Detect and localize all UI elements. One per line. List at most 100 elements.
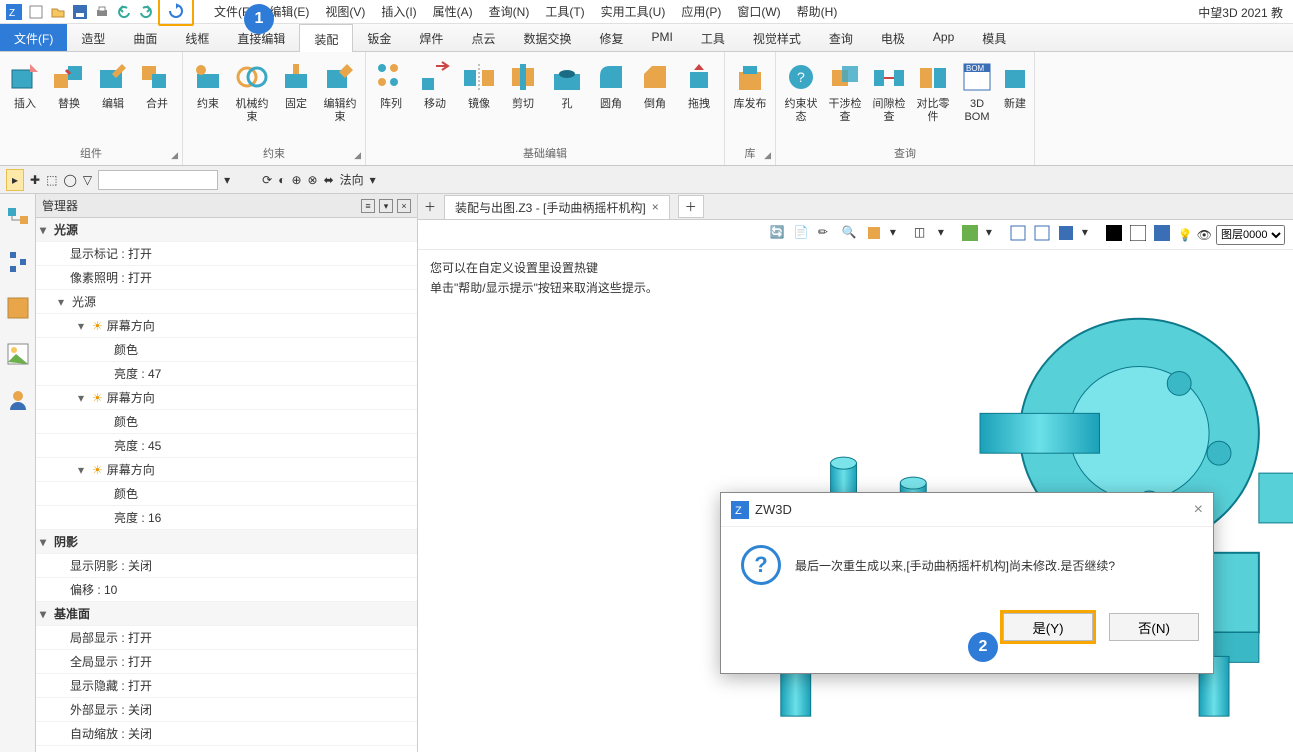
vt-icon[interactable]: ▾ [938, 225, 958, 245]
vt-icon[interactable]: ▾ [1082, 225, 1102, 245]
ribbon-tab-pmi[interactable]: PMI [637, 24, 686, 51]
new-part-button[interactable]: 新建 [1000, 54, 1030, 145]
menu-attr[interactable]: 属性(A) [433, 3, 473, 20]
ribbon-tab-tools[interactable]: 工具 [687, 24, 739, 51]
edit-button[interactable]: 编辑 [92, 54, 134, 145]
vt-icon[interactable]: 🔍 [842, 225, 862, 245]
vt-shading-icon[interactable] [962, 225, 982, 245]
replace-button[interactable]: 替换 [48, 54, 90, 145]
vt-dropdown-icon[interactable]: ▾ [890, 225, 910, 245]
tree-item[interactable]: 显示阴影 : 关闭 [36, 554, 417, 578]
tool-icon[interactable]: ✚ [30, 173, 40, 187]
ribbon-tab-mold[interactable]: 模具 [968, 24, 1020, 51]
menu-help[interactable]: 帮助(H) [797, 3, 838, 20]
compare-part-button[interactable]: 对比零件 [912, 54, 954, 145]
ribbon-tab-visual[interactable]: 视觉样式 [739, 24, 815, 51]
open-icon[interactable] [48, 2, 68, 22]
vt-icon[interactable]: ▾ [986, 225, 1006, 245]
panel-menu-icon[interactable]: ≡ [361, 199, 375, 213]
pattern-button[interactable]: 阵列 [370, 54, 412, 145]
tree-group[interactable]: ▾☀屏幕方向 [36, 386, 417, 410]
dialog-close-icon[interactable]: × [1194, 501, 1203, 519]
tool-icon[interactable]: ⬚ [46, 173, 57, 187]
library-publish-button[interactable]: 库发布 [729, 54, 771, 145]
command-input[interactable] [98, 170, 218, 190]
vt-rect-icon[interactable] [1034, 225, 1054, 245]
tree-item[interactable]: 颜色 [36, 482, 417, 506]
drag-button[interactable]: 拖拽 [678, 54, 720, 145]
ribbon-tab-sheetmetal[interactable]: 钣金 [353, 24, 405, 51]
dialog-titlebar[interactable]: Z ZW3D × [721, 493, 1213, 527]
ribbon-tab-heal[interactable]: 修复 [585, 24, 637, 51]
tool-icon[interactable]: ⊕ [291, 173, 301, 187]
tree-item[interactable]: 像素照明 : 打开 [36, 266, 417, 290]
tool-icon[interactable]: ◐ [278, 173, 285, 187]
image-icon[interactable] [4, 340, 32, 368]
undo-icon[interactable] [114, 2, 134, 22]
dropdown-icon[interactable]: ▾ [370, 173, 376, 187]
ribbon-tab-wireframe[interactable]: 线框 [171, 24, 223, 51]
tab-new-icon[interactable]: ＋ [678, 195, 704, 218]
no-button[interactable]: 否(N) [1109, 613, 1199, 641]
tree-item[interactable]: 偏移 : 10 [36, 578, 417, 602]
vt-icon[interactable]: 📄 [794, 225, 814, 245]
tool-icon[interactable]: ⬌ [324, 173, 334, 187]
redo-icon[interactable] [136, 2, 156, 22]
tree-group[interactable]: ▾☀屏幕方向 [36, 458, 417, 482]
vt-rect-icon[interactable] [1010, 225, 1030, 245]
tree-group[interactable]: ▾光源 [36, 218, 417, 242]
vt-color-icon[interactable] [1106, 225, 1126, 245]
vt-icon[interactable]: ◫ [914, 225, 934, 245]
ribbon-tab-file[interactable]: 文件(F) [0, 24, 67, 51]
menu-window[interactable]: 窗口(W) [737, 3, 780, 20]
menu-edit[interactable]: 编辑(E) [269, 3, 309, 20]
new-icon[interactable] [26, 2, 46, 22]
menu-util[interactable]: 实用工具(U) [601, 3, 666, 20]
tree-group[interactable]: ▾☀屏幕方向 [36, 314, 417, 338]
ribbon-tab-query[interactable]: 查询 [815, 24, 867, 51]
visual-icon[interactable] [4, 294, 32, 322]
ribbon-tab-weld[interactable]: 焊件 [405, 24, 457, 51]
menu-query[interactable]: 查询(N) [489, 3, 530, 20]
tree-item[interactable]: 颜色 [36, 410, 417, 434]
merge-button[interactable]: 合并 [136, 54, 178, 145]
tool-icon[interactable]: ▾ [224, 173, 230, 187]
tree-item[interactable]: 显示隐藏 : 打开 [36, 674, 417, 698]
tool-icon[interactable]: ◯ [63, 173, 76, 187]
edit-constraint-button[interactable]: 编辑约束 [319, 54, 361, 145]
cut-button[interactable]: 剪切 [502, 54, 544, 145]
tree-item[interactable]: 颜色 [36, 338, 417, 362]
bom-button[interactable]: BOM3D BOM [956, 54, 998, 145]
launcher-icon[interactable]: ◢ [764, 150, 771, 161]
fix-button[interactable]: 固定 [275, 54, 317, 145]
mirror-button[interactable]: 镜像 [458, 54, 500, 145]
tree-item[interactable]: 自动缩放 : 关闭 [36, 722, 417, 746]
tool-icon[interactable]: ⟳ [262, 173, 272, 187]
panel-close-icon[interactable]: × [397, 199, 411, 213]
vt-color-icon[interactable] [1154, 225, 1174, 245]
document-tab[interactable]: 装配与出图.Z3 - [手动曲柄摇杆机构] × [444, 195, 670, 219]
regenerate-icon[interactable] [166, 1, 186, 21]
launcher-icon[interactable]: ◢ [354, 150, 361, 161]
interference-button[interactable]: 干涉检查 [824, 54, 866, 145]
user-icon[interactable] [4, 386, 32, 414]
vt-icon[interactable]: 🔄 [770, 225, 790, 245]
tree-group[interactable]: ▾光源 [36, 290, 417, 314]
eye-icon[interactable]: 👁 [1197, 228, 1212, 242]
hole-button[interactable]: 孔 [546, 54, 588, 145]
vt-icon[interactable]: ✏ [818, 225, 838, 245]
vt-rect-icon[interactable] [1058, 225, 1078, 245]
mechanical-constraint-button[interactable]: 机械约束 [231, 54, 273, 145]
layer-select[interactable]: 图层0000 [1216, 225, 1285, 245]
ribbon-tab-surface[interactable]: 曲面 [119, 24, 171, 51]
tree-group[interactable]: ▾阴影 [36, 530, 417, 554]
ribbon-tab-assembly[interactable]: 装配 [299, 24, 353, 52]
print-icon[interactable] [92, 2, 112, 22]
menu-app[interactable]: 应用(P) [681, 3, 721, 20]
ribbon-tab-pointcloud[interactable]: 点云 [457, 24, 509, 51]
menu-tools[interactable]: 工具(T) [545, 3, 584, 20]
insert-button[interactable]: 插入 [4, 54, 46, 145]
fillet-button[interactable]: 圆角 [590, 54, 632, 145]
tree-item[interactable]: 显示标记 : 打开 [36, 242, 417, 266]
ribbon-tab-shape[interactable]: 造型 [67, 24, 119, 51]
